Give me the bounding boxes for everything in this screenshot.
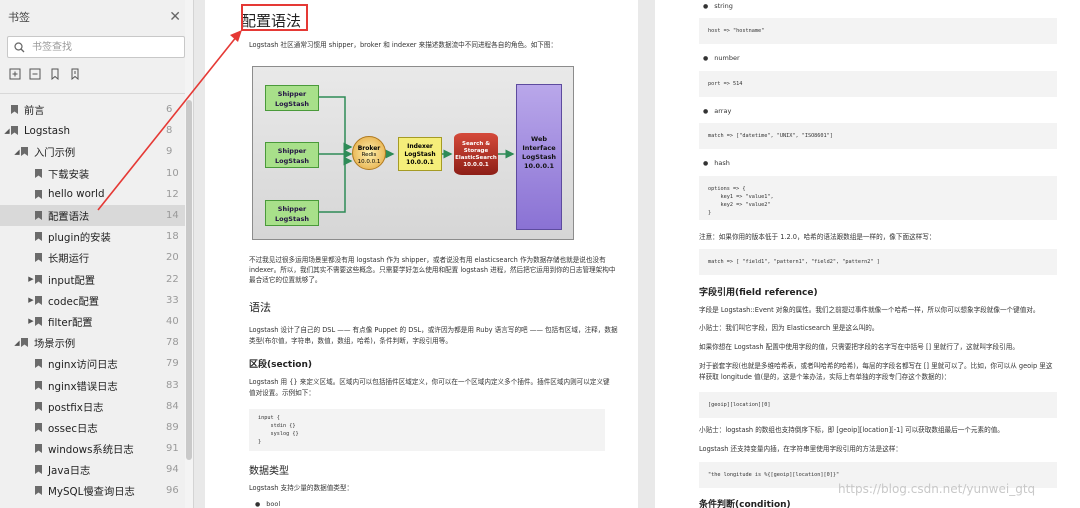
watermark: https://blog.csdn.net/yunwei_gtq: [838, 482, 1036, 496]
annotation-arrow: [97, 30, 242, 211]
